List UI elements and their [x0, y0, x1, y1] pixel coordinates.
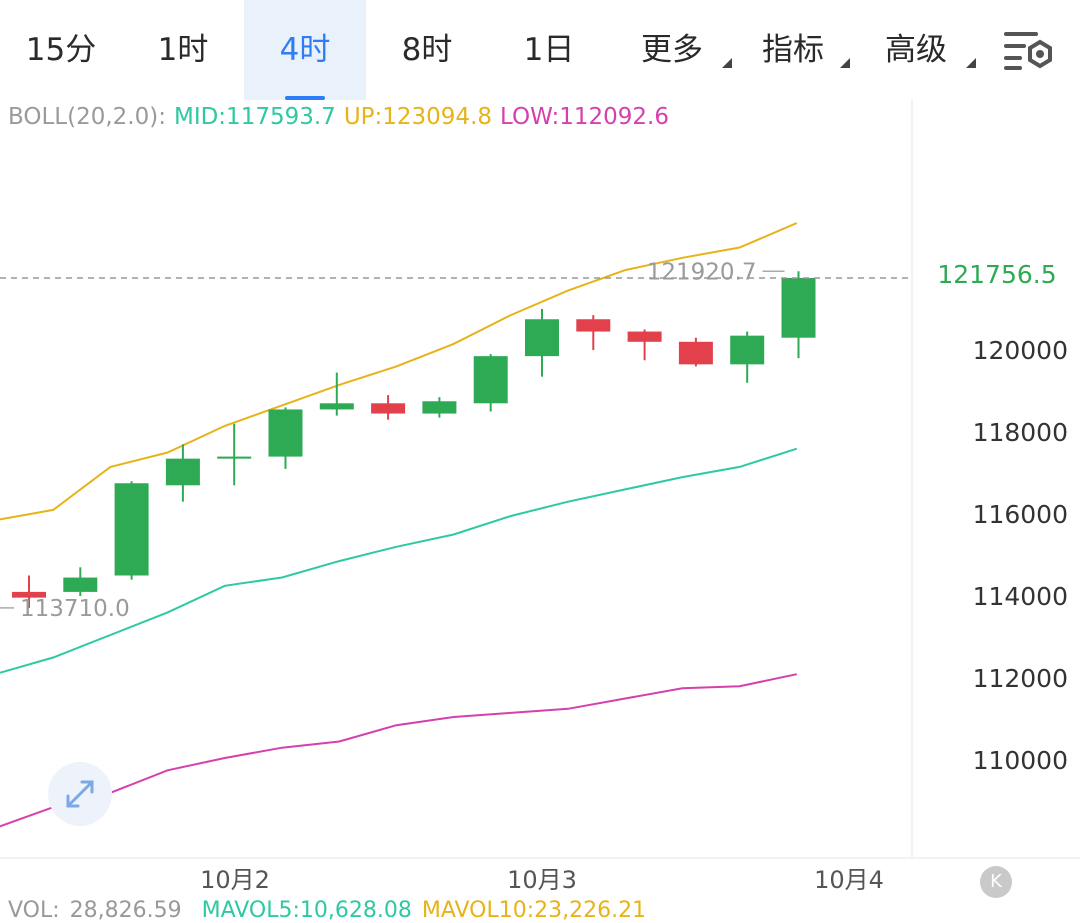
chart-settings-icon[interactable]: [998, 24, 1058, 76]
y-axis-tick-label: 120000: [973, 336, 1068, 365]
scroll-to-latest-button[interactable]: K: [980, 866, 1012, 898]
candle-body: [730, 335, 765, 365]
timeframe-tabs: 15分 1时 4时 8时 1日 更多 指标 高级: [0, 0, 1080, 100]
candle-body: [268, 409, 303, 457]
tab-1h[interactable]: 1时: [122, 0, 244, 100]
tab-8h[interactable]: 8时: [366, 0, 488, 100]
tab-1d[interactable]: 1日: [488, 0, 610, 100]
scroll-left-icon: K: [990, 871, 1002, 892]
high-price-marker: 121920.7: [647, 259, 757, 285]
candle-body: [217, 456, 252, 459]
candle-body: [371, 403, 406, 414]
tab-label: 1日: [523, 32, 575, 68]
candle: [63, 567, 98, 596]
low-price-marker: 113710.0: [20, 596, 130, 622]
candle-body: [114, 483, 149, 576]
tab-label: 4时: [279, 32, 331, 68]
x-axis-tick-label: 10月2: [200, 866, 270, 894]
tab-4h[interactable]: 4时: [244, 0, 366, 100]
boll-name: BOLL(20,2.0):: [8, 104, 166, 130]
candlestick-chart[interactable]: 1100001120001140001160001180001200001220…: [0, 100, 1080, 912]
y-axis-tick-label: 118000: [973, 418, 1068, 447]
candle: [576, 315, 611, 350]
dropdown-triangle-icon: [840, 58, 850, 68]
tab-15min[interactable]: 15分: [0, 0, 122, 100]
candle-body: [319, 403, 354, 410]
boll-indicator-legend: BOLL(20,2.0): MID:117593.7 UP:123094.8 LOW:…: [8, 104, 677, 130]
tab-label: 1时: [157, 32, 209, 68]
candle-body: [165, 458, 200, 486]
dropdown-triangle-icon: [722, 58, 732, 68]
vol-label: VOL: 28,826.59: [8, 898, 192, 923]
vol-value: 28,826.59: [69, 898, 182, 923]
candle: [627, 329, 662, 361]
candle-body: [627, 331, 662, 342]
boll-mid: MID:117593.7: [173, 104, 336, 130]
candle: [678, 337, 713, 367]
candle: [422, 397, 457, 418]
candle-body: [473, 356, 508, 404]
chart-svg: 1100001120001140001160001180001200001220…: [0, 100, 1080, 894]
candle-body: [525, 319, 559, 357]
candle-body: [781, 277, 816, 338]
candle: [319, 372, 354, 416]
boll-low: LOW:112092.6: [500, 104, 670, 130]
expand-arrows-icon: [66, 780, 94, 808]
tab-more[interactable]: 更多: [610, 0, 734, 100]
candle: [165, 444, 200, 502]
candle: [525, 309, 559, 377]
candle-body: [63, 577, 98, 592]
y-axis-tick-label: 114000: [973, 582, 1068, 611]
volume-legend: VOL: 28,826.59 MAVOL5:10,628.08 MAVOL10:23,…: [8, 898, 656, 923]
y-axis-tick-label: 116000: [973, 500, 1068, 529]
y-axis-tick-label: 112000: [973, 664, 1068, 693]
tab-label: 更多: [641, 32, 703, 68]
current-price-tag: 121756.5: [914, 256, 1080, 294]
boll-up: UP:123094.8: [343, 104, 493, 130]
candle: [217, 423, 252, 486]
tab-label: 高级: [885, 32, 947, 68]
candle-body: [422, 401, 457, 414]
candle: [781, 271, 816, 359]
candle: [473, 354, 508, 412]
expand-chart-button[interactable]: [48, 762, 112, 826]
y-axis-tick-label: 110000: [973, 746, 1068, 775]
mavol10: MAVOL10:23,226.21: [421, 898, 647, 923]
mavol5: MAVOL5:10,628.08: [201, 898, 412, 923]
tab-label: 15分: [25, 32, 97, 68]
candle-body: [576, 319, 611, 332]
x-axis-tick-label: 10月3: [507, 866, 577, 894]
vol-title: VOL:: [8, 898, 60, 923]
tab-advanced[interactable]: 高级: [854, 0, 978, 100]
dropdown-triangle-icon: [966, 58, 976, 68]
candle: [114, 481, 149, 580]
candle: [730, 331, 765, 383]
candle: [268, 407, 303, 469]
tab-label: 8时: [401, 32, 453, 68]
tab-label: 指标: [762, 32, 824, 68]
boll-low-line: [0, 673, 798, 828]
candle-body: [678, 341, 713, 365]
candle: [371, 395, 406, 420]
tab-indicators[interactable]: 指标: [734, 0, 852, 100]
x-axis-tick-label: 10月4: [814, 866, 884, 894]
